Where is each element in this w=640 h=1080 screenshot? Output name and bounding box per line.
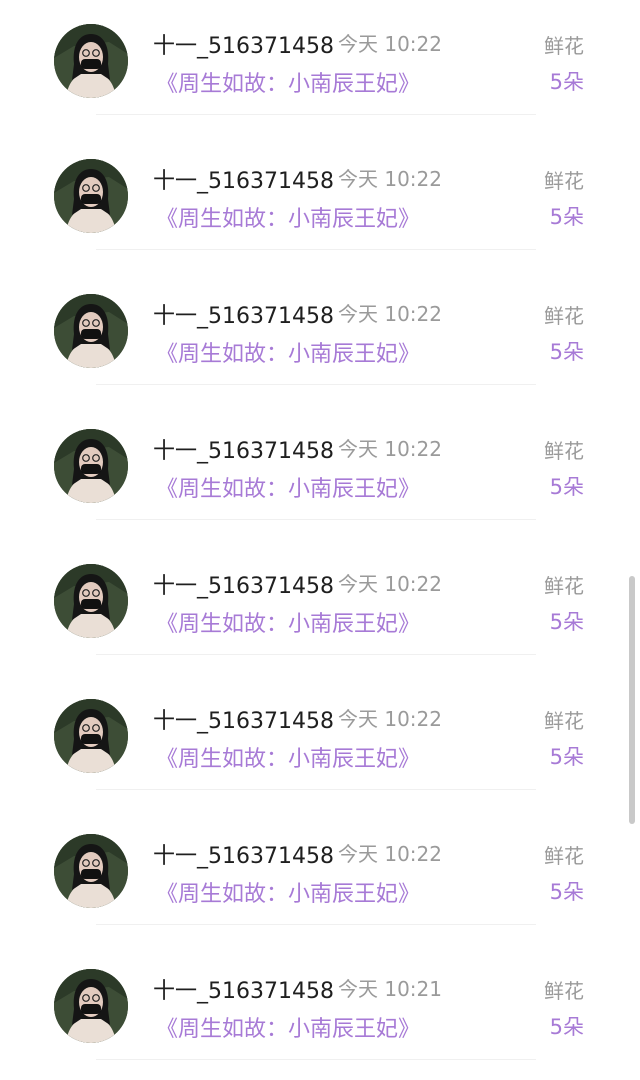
username: 十一_516371458 — [153, 439, 334, 464]
avatar-image — [54, 159, 128, 233]
gift-type-label: 鲜花 — [544, 304, 584, 328]
divider — [96, 924, 536, 925]
timestamp: 今天 10:21 — [338, 977, 442, 1001]
divider — [96, 789, 536, 790]
avatar-image — [54, 24, 128, 98]
list-item[interactable]: 十一_516371458 今天 10:22 《周生如故：小南辰王妃》 鲜花 5朵 — [0, 270, 640, 405]
avatar[interactable] — [54, 969, 128, 1043]
username: 十一_516371458 — [153, 169, 334, 194]
timestamp: 今天 10:22 — [338, 707, 442, 731]
list-item[interactable]: 十一_516371458 今天 10:22 《周生如故：小南辰王妃》 鲜花 5朵 — [0, 135, 640, 270]
book-title-link[interactable]: 《周生如故：小南辰王妃》 — [156, 1011, 420, 1043]
timestamp: 今天 10:22 — [338, 302, 442, 326]
avatar-image — [54, 429, 128, 503]
avatar[interactable] — [54, 159, 128, 233]
divider — [96, 519, 536, 520]
avatar-image — [54, 834, 128, 908]
gift-count: 5朵 — [549, 610, 584, 634]
gift-count: 5朵 — [549, 1015, 584, 1039]
username: 十一_516371458 — [153, 304, 334, 329]
list-item[interactable]: 十一_516371458 今天 10:21 《周生如故：小南辰王妃》 鲜花 5朵 — [0, 945, 640, 1080]
avatar-image — [54, 564, 128, 638]
book-title-link[interactable]: 《周生如故：小南辰王妃》 — [156, 741, 420, 773]
avatar[interactable] — [54, 24, 128, 98]
list-item[interactable]: 十一_516371458 今天 10:22 《周生如故：小南辰王妃》 鲜花 5朵 — [0, 0, 640, 135]
username: 十一_516371458 — [153, 709, 334, 734]
divider — [96, 249, 536, 250]
divider — [96, 114, 536, 115]
avatar-image — [54, 969, 128, 1043]
list-item[interactable]: 十一_516371458 今天 10:22 《周生如故：小南辰王妃》 鲜花 5朵 — [0, 810, 640, 945]
gift-count: 5朵 — [549, 880, 584, 904]
gift-count: 5朵 — [549, 205, 584, 229]
avatar[interactable] — [54, 429, 128, 503]
avatar-image — [54, 699, 128, 773]
avatar[interactable] — [54, 294, 128, 368]
gift-count: 5朵 — [549, 745, 584, 769]
timestamp: 今天 10:22 — [338, 32, 442, 56]
list-item[interactable]: 十一_516371458 今天 10:22 《周生如故：小南辰王妃》 鲜花 5朵 — [0, 405, 640, 540]
gift-type-label: 鲜花 — [544, 844, 584, 868]
avatar[interactable] — [54, 699, 128, 773]
book-title-link[interactable]: 《周生如故：小南辰王妃》 — [156, 201, 420, 233]
gift-count: 5朵 — [549, 340, 584, 364]
gift-type-label: 鲜花 — [544, 439, 584, 463]
book-title-link[interactable]: 《周生如故：小南辰王妃》 — [156, 471, 420, 503]
divider — [96, 654, 536, 655]
username: 十一_516371458 — [153, 844, 334, 869]
gift-count: 5朵 — [549, 70, 584, 94]
username: 十一_516371458 — [153, 979, 334, 1004]
book-title-link[interactable]: 《周生如故：小南辰王妃》 — [156, 876, 420, 908]
timestamp: 今天 10:22 — [338, 167, 442, 191]
gift-type-label: 鲜花 — [544, 34, 584, 58]
avatar-image — [54, 294, 128, 368]
gift-type-label: 鲜花 — [544, 169, 584, 193]
scrollbar[interactable] — [629, 576, 635, 824]
divider — [96, 384, 536, 385]
timestamp: 今天 10:22 — [338, 437, 442, 461]
gift-type-label: 鲜花 — [544, 979, 584, 1003]
list-item[interactable]: 十一_516371458 今天 10:22 《周生如故：小南辰王妃》 鲜花 5朵 — [0, 675, 640, 810]
gift-type-label: 鲜花 — [544, 574, 584, 598]
divider — [96, 1059, 536, 1060]
list-item[interactable]: 十一_516371458 今天 10:22 《周生如故：小南辰王妃》 鲜花 5朵 — [0, 540, 640, 675]
avatar[interactable] — [54, 834, 128, 908]
avatar[interactable] — [54, 564, 128, 638]
book-title-link[interactable]: 《周生如故：小南辰王妃》 — [156, 66, 420, 98]
timestamp: 今天 10:22 — [338, 572, 442, 596]
book-title-link[interactable]: 《周生如故：小南辰王妃》 — [156, 336, 420, 368]
gift-type-label: 鲜花 — [544, 709, 584, 733]
username: 十一_516371458 — [153, 34, 334, 59]
gift-count: 5朵 — [549, 475, 584, 499]
timestamp: 今天 10:22 — [338, 842, 442, 866]
username: 十一_516371458 — [153, 574, 334, 599]
book-title-link[interactable]: 《周生如故：小南辰王妃》 — [156, 606, 420, 638]
